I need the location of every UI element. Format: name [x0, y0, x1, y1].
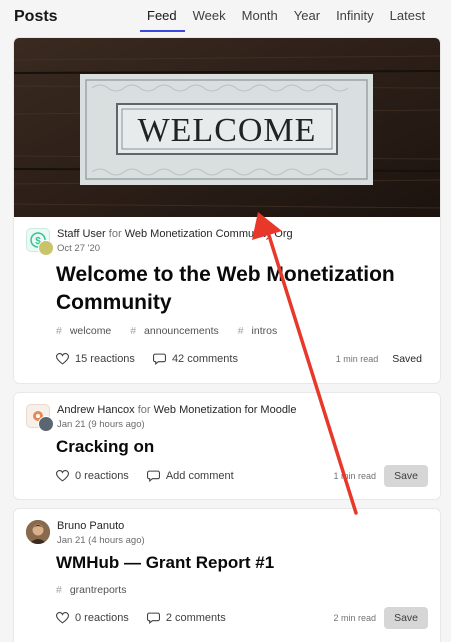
tab-latest[interactable]: Latest [382, 0, 433, 32]
tab-feed[interactable]: Feed [140, 0, 185, 32]
post-title-line-1[interactable]: Welcome to the Web Monetization [56, 261, 436, 289]
post-actions: 0 reactions 2 comments 2 min read Save [56, 606, 428, 630]
heart-icon [56, 470, 69, 482]
tab-month[interactable]: Month [234, 0, 286, 32]
post-title-line-2[interactable]: Community [56, 289, 436, 317]
avatar[interactable] [26, 404, 54, 432]
post-title[interactable]: Cracking on [56, 436, 154, 458]
tab-infinity[interactable]: Infinity [328, 0, 382, 32]
post-date[interactable]: Jan 21 (4 hours ago) [57, 535, 145, 546]
post-actions: 15 reactions 42 comments 1 min read Save… [56, 347, 428, 371]
add-comment-label: Add comment [165, 470, 234, 482]
avatar[interactable]: $ [26, 228, 54, 256]
post-date[interactable]: Jan 21 (9 hours ago) [57, 419, 145, 430]
read-time: 1 min read [333, 471, 377, 481]
comments-button[interactable]: 42 comments [152, 353, 238, 365]
posts-header: Posts Feed Week Month Year Infinity Late… [0, 0, 451, 36]
reactions-count: 15 reactions [75, 353, 135, 365]
avatar[interactable] [26, 520, 50, 544]
post-actions: 0 reactions Add comment 1 min read Save [56, 464, 428, 488]
for-word: for [108, 228, 122, 240]
page-title: Posts [14, 8, 58, 25]
feed-tabs: Feed Week Month Year Infinity Latest [140, 0, 433, 36]
org-name[interactable]: Web Monetization for Moodle [154, 404, 297, 416]
post-title[interactable]: Welcome to the Web Monetization Communit… [56, 261, 436, 317]
tag-list: # welcome # announcements # intros [56, 325, 293, 337]
tag[interactable]: # intros [238, 325, 286, 337]
tag[interactable]: # announcements [130, 325, 227, 337]
tab-week[interactable]: Week [185, 0, 234, 32]
cover-sign-text: WELCOME [138, 112, 317, 149]
reactions-count: 0 reactions [75, 612, 129, 624]
org-name[interactable]: Web Monetization Community Org [125, 228, 293, 240]
save-button[interactable]: Save [384, 465, 428, 487]
post-card-wmhub[interactable]: Bruno Panuto Jan 21 (4 hours ago) WMHub … [13, 508, 441, 642]
author-name[interactable]: Staff User [57, 228, 106, 240]
tag-list: # grantreports [56, 584, 142, 596]
cover-image[interactable]: WELCOME [14, 38, 440, 217]
comments-count: 42 comments [171, 353, 238, 365]
post-date[interactable]: Oct 27 '20 [57, 243, 100, 254]
add-comment-button[interactable]: Add comment [146, 470, 234, 482]
post-card-cracking-on[interactable]: Andrew Hancox for Web Monetization for M… [13, 392, 441, 500]
saved-button[interactable]: Saved [386, 348, 428, 370]
heart-icon [56, 612, 69, 624]
author-line: Andrew Hancox for Web Monetization for M… [57, 404, 297, 416]
post-card-welcome[interactable]: WELCOME $ Staff User for Web Monetizatio… [13, 37, 441, 384]
comments-count: 2 comments [165, 612, 226, 624]
comment-icon [152, 353, 166, 365]
heart-icon [56, 353, 69, 365]
read-time: 1 min read [335, 354, 379, 364]
author-name[interactable]: Bruno Panuto [57, 520, 124, 532]
comment-icon [146, 470, 160, 482]
for-word: for [137, 404, 151, 416]
reactions-button[interactable]: 15 reactions [56, 353, 135, 365]
comments-button[interactable]: 2 comments [146, 612, 226, 624]
author-name[interactable]: Andrew Hancox [57, 404, 135, 416]
tab-year[interactable]: Year [286, 0, 328, 32]
reactions-count: 0 reactions [75, 470, 129, 482]
tag[interactable]: # welcome [56, 325, 119, 337]
save-button[interactable]: Save [384, 607, 428, 629]
reactions-button[interactable]: 0 reactions [56, 470, 129, 482]
author-line: Staff User for Web Monetization Communit… [57, 228, 293, 240]
user-avatar[interactable] [38, 416, 54, 432]
comment-icon [146, 612, 160, 624]
post-title[interactable]: WMHub — Grant Report #1 [56, 552, 274, 574]
tag[interactable]: # grantreports [56, 584, 134, 596]
user-avatar[interactable] [38, 240, 54, 256]
welcome-sign-image: WELCOME [14, 38, 440, 217]
reactions-button[interactable]: 0 reactions [56, 612, 129, 624]
read-time: 2 min read [333, 613, 377, 623]
author-line: Bruno Panuto [57, 520, 124, 532]
